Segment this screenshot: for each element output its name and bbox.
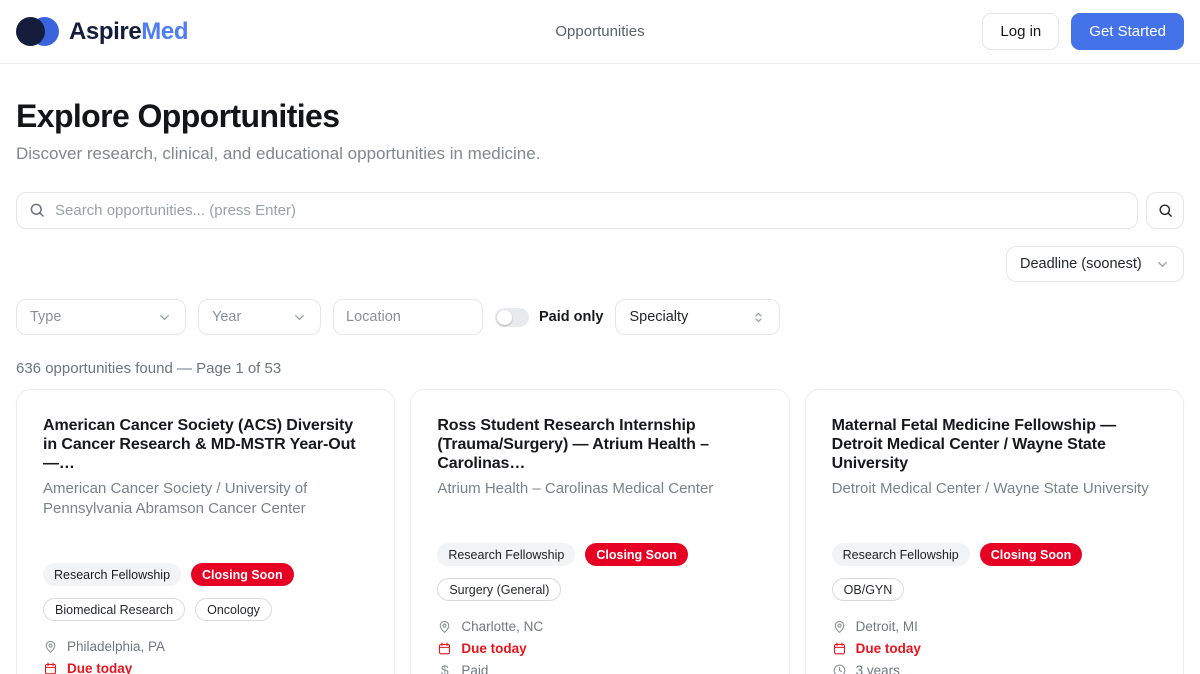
main-nav: Opportunities bbox=[555, 23, 644, 41]
meta-text: Due today bbox=[461, 641, 526, 656]
main-content: Explore Opportunities Discover research,… bbox=[0, 98, 1200, 674]
dollar-icon: $ bbox=[437, 663, 452, 674]
search-icon bbox=[28, 201, 46, 219]
closing-soon-badge: Closing Soon bbox=[585, 543, 688, 566]
calendar-icon bbox=[437, 641, 452, 656]
meta-clock-row: 3 years bbox=[832, 659, 1157, 674]
clock-icon bbox=[832, 663, 847, 674]
chevrons-up-down-icon bbox=[751, 310, 766, 325]
meta-text: Paid bbox=[461, 663, 488, 674]
specialty-filter-select[interactable]: Specialty bbox=[615, 299, 780, 335]
opportunity-grid: American Cancer Society (ACS) Diversity … bbox=[16, 389, 1184, 674]
card-meta-list: Philadelphia, PADue today$Paid1 year bbox=[43, 635, 368, 674]
brand-wordmark: AspireMed bbox=[69, 18, 188, 46]
type-badge: Research Fellowship bbox=[43, 563, 181, 586]
search-field-wrap bbox=[16, 192, 1138, 229]
meta-calendar-row: Due today bbox=[43, 657, 368, 674]
meta-text: Due today bbox=[856, 641, 921, 656]
meta-text: Detroit, MI bbox=[856, 619, 918, 634]
search-icon bbox=[1157, 202, 1174, 219]
specialty-badge: Biomedical Research bbox=[43, 598, 185, 621]
brand-icon bbox=[16, 17, 59, 46]
toggle-knob bbox=[497, 310, 512, 325]
meta-calendar-row: Due today bbox=[437, 637, 762, 659]
location-filter-input[interactable] bbox=[333, 299, 483, 335]
card-title: American Cancer Society (ACS) Diversity … bbox=[43, 416, 368, 473]
meta-text: 3 years bbox=[856, 663, 900, 674]
top-nav: AspireMed Opportunities Log in Get Start… bbox=[0, 0, 1200, 64]
card-title: Maternal Fetal Medicine Fellowship — Det… bbox=[832, 416, 1157, 473]
calendar-icon bbox=[43, 661, 58, 674]
location-pin-icon bbox=[832, 619, 847, 634]
meta-location-pin-row: Philadelphia, PA bbox=[43, 635, 368, 657]
card-tag-row: Research Fellowship Closing Soon bbox=[832, 543, 1157, 566]
meta-text: Charlotte, NC bbox=[461, 619, 543, 634]
meta-text: Due today bbox=[67, 661, 132, 674]
card-organization: Detroit Medical Center / Wayne State Uni… bbox=[832, 479, 1157, 499]
search-row bbox=[16, 192, 1184, 229]
closing-soon-badge: Closing Soon bbox=[191, 563, 294, 586]
meta-dollar-row: $ Paid bbox=[437, 659, 762, 674]
specialty-badge: OB/GYN bbox=[832, 578, 905, 601]
card-tag-row: Research Fellowship Closing Soon bbox=[43, 563, 368, 586]
type-badge: Research Fellowship bbox=[832, 543, 970, 566]
card-organization: Atrium Health – Carolinas Medical Center bbox=[437, 479, 762, 499]
meta-text: Philadelphia, PA bbox=[67, 639, 165, 654]
opportunity-card[interactable]: Ross Student Research Internship (Trauma… bbox=[410, 389, 789, 674]
sort-row: Deadline (soonest) bbox=[16, 246, 1184, 282]
card-organization: American Cancer Society / University of … bbox=[43, 479, 368, 519]
meta-location-pin-row: Detroit, MI bbox=[832, 615, 1157, 637]
card-specialty-row: Surgery (General) bbox=[437, 578, 762, 601]
get-started-button[interactable]: Get Started bbox=[1071, 13, 1184, 50]
sort-select[interactable]: Deadline (soonest) bbox=[1006, 246, 1184, 282]
type-badge: Research Fellowship bbox=[437, 543, 575, 566]
chevron-down-icon bbox=[157, 310, 172, 325]
type-filter-select[interactable]: Type bbox=[16, 299, 186, 335]
specialty-badge: Surgery (General) bbox=[437, 578, 561, 601]
opportunity-card[interactable]: American Cancer Society (ACS) Diversity … bbox=[16, 389, 395, 674]
search-input[interactable] bbox=[16, 192, 1138, 229]
calendar-icon bbox=[832, 641, 847, 656]
page-subtitle: Discover research, clinical, and educati… bbox=[16, 144, 1184, 164]
card-specialty-row: OB/GYN bbox=[832, 578, 1157, 601]
location-pin-icon bbox=[43, 639, 58, 654]
card-meta-list: Detroit, MI Due today 3 years bbox=[832, 615, 1157, 674]
logo[interactable]: AspireMed bbox=[16, 17, 188, 46]
card-title: Ross Student Research Internship (Trauma… bbox=[437, 416, 762, 473]
login-button[interactable]: Log in bbox=[982, 13, 1059, 50]
year-filter-select[interactable]: Year bbox=[198, 299, 321, 335]
filters-row: Type Year Paid only Specialty bbox=[16, 299, 1184, 335]
card-tag-row: Research Fellowship Closing Soon bbox=[437, 543, 762, 566]
search-submit-button[interactable] bbox=[1146, 192, 1184, 229]
closing-soon-badge: Closing Soon bbox=[980, 543, 1083, 566]
paid-only-toggle[interactable] bbox=[495, 308, 529, 327]
header-actions: Log in Get Started bbox=[982, 13, 1184, 50]
nav-opportunities[interactable]: Opportunities bbox=[555, 23, 644, 40]
meta-location-pin-row: Charlotte, NC bbox=[437, 615, 762, 637]
opportunity-card[interactable]: Maternal Fetal Medicine Fellowship — Det… bbox=[805, 389, 1184, 674]
meta-calendar-row: Due today bbox=[832, 637, 1157, 659]
page-title: Explore Opportunities bbox=[16, 98, 1184, 135]
chevron-down-icon bbox=[292, 310, 307, 325]
card-specialty-row: Biomedical Research Oncology bbox=[43, 598, 368, 621]
location-pin-icon bbox=[437, 619, 452, 634]
chevron-down-icon bbox=[1155, 257, 1170, 272]
paid-only-label: Paid only bbox=[539, 309, 603, 325]
results-summary: 636 opportunities found — Page 1 of 53 bbox=[16, 360, 1184, 377]
specialty-badge: Oncology bbox=[195, 598, 272, 621]
card-meta-list: Charlotte, NCDue today$Paid9 weeks (summ… bbox=[437, 615, 762, 674]
